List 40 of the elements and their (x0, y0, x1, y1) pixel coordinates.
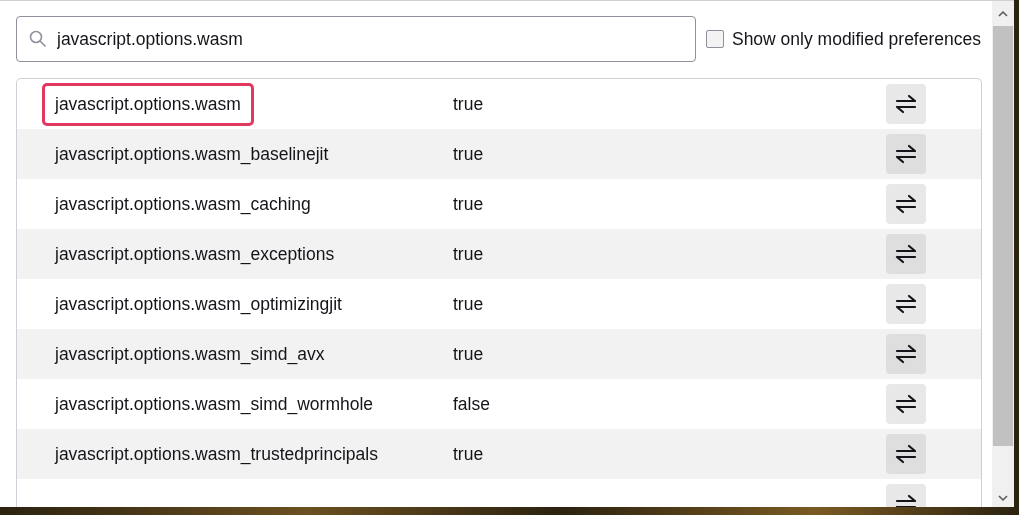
toggle-button[interactable] (886, 334, 926, 374)
scrollbar[interactable] (992, 1, 1014, 507)
toggle-button[interactable] (886, 184, 926, 224)
toggle-button[interactable] (886, 84, 926, 124)
toggle-button[interactable] (886, 284, 926, 324)
preference-value: true (453, 343, 484, 364)
preference-name: javascript.options.wasm_simd_wormhole (53, 392, 375, 417)
preference-value: true (453, 93, 484, 114)
swap-arrows-icon (895, 394, 917, 414)
preference-value: true (453, 243, 484, 264)
search-field[interactable]: javascript.options.wasm (16, 16, 696, 62)
swap-arrows-icon (895, 344, 917, 364)
checkbox[interactable] (705, 30, 724, 48)
preference-name: javascript.options.wasm_caching (53, 192, 312, 217)
preference-value: true (453, 193, 484, 214)
scroll-down-icon[interactable] (998, 493, 1008, 503)
preference-name: javascript.options.wasm_exceptions (53, 242, 336, 267)
preference-value: true (453, 293, 484, 314)
toggle-button[interactable] (886, 434, 926, 474)
swap-arrows-icon (895, 444, 917, 464)
toggle-button[interactable] (886, 134, 926, 174)
preference-value: true (453, 143, 484, 164)
preference-name: javascript.options.wasm_trustedprincipals (53, 442, 379, 467)
swap-arrows-icon (895, 294, 917, 314)
swap-arrows-icon (895, 244, 917, 264)
scroll-up-icon[interactable] (998, 9, 1008, 19)
preference-name: javascript.options.wasm_optimizingjit (53, 292, 343, 317)
swap-arrows-icon (895, 194, 917, 214)
scrollbar-thumb[interactable] (993, 26, 1013, 446)
preference-name: javascript.options.wasm (42, 82, 254, 126)
preference-name: javascript.options.wasm_simd_avx (53, 342, 326, 367)
swap-arrows-icon (895, 94, 917, 114)
preference-name: javascript.options.wasm_baselinejit (53, 142, 330, 167)
preference-value: true (453, 443, 484, 464)
toggle-button[interactable] (886, 234, 926, 274)
search-icon (29, 30, 47, 48)
preference-value: false (453, 393, 490, 414)
checkbox-label: Show only modified preferences (731, 28, 981, 50)
toggle-button[interactable] (886, 384, 926, 424)
swap-arrows-icon (895, 144, 917, 164)
